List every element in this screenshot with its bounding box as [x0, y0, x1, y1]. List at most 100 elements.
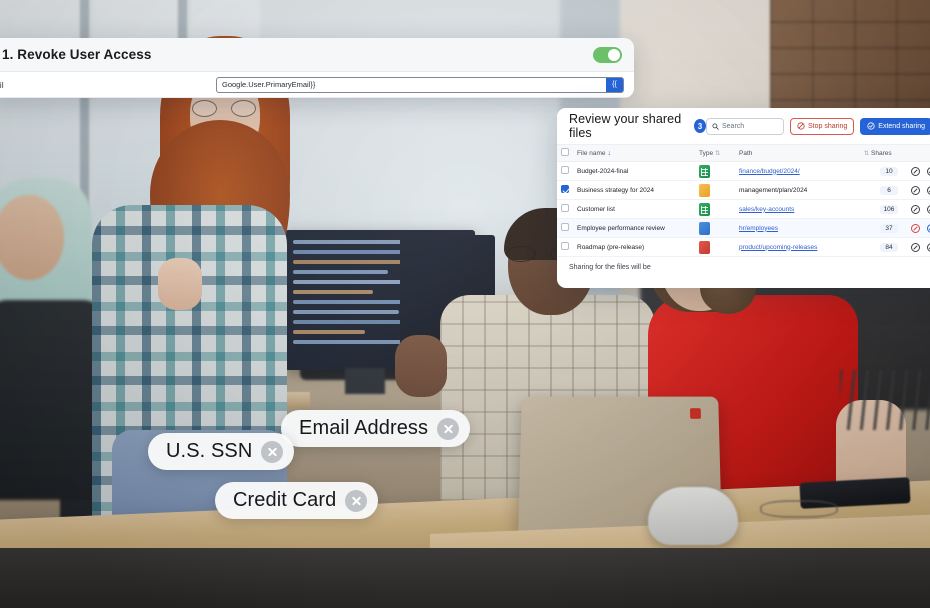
path-link[interactable]: hr/employees	[739, 225, 778, 232]
cell-shares: 106	[858, 199, 902, 219]
path-link[interactable]: management/plan/2024	[739, 187, 807, 194]
row-select-cell[interactable]	[557, 218, 573, 238]
table-row[interactable]: Budget-2024-final finance/budget/2024/10	[557, 161, 930, 181]
col-label-path: Path	[739, 149, 753, 157]
cell-actions	[902, 237, 930, 257]
email-field-value: Google.User.PrimaryEmail}}	[222, 80, 316, 89]
shares-count: 6	[880, 185, 898, 195]
col-label-type: Type	[699, 149, 714, 157]
cell-type	[695, 161, 735, 181]
search-placeholder: Search	[721, 122, 745, 130]
table-row[interactable]: Customer list sales/key-accounts 106	[557, 199, 930, 219]
ban-icon[interactable]	[911, 204, 920, 214]
cell-path[interactable]: sales/key-accounts	[735, 199, 858, 219]
sort-toggle-icon: ⇅	[715, 150, 721, 157]
col-header-type[interactable]: Type ⇅	[695, 144, 735, 162]
files-card-title: Review your shared files	[569, 112, 682, 140]
path-link[interactable]: sales/key-accounts	[739, 206, 794, 213]
row-checkbox[interactable]	[561, 204, 569, 212]
col-label-file-name: File name	[577, 149, 606, 157]
document-file-icon	[699, 183, 710, 197]
cell-file-name: Budget-2024-final	[573, 161, 695, 181]
col-header-path[interactable]: Path	[735, 144, 858, 162]
pill-label-credit-card: Credit Card	[233, 489, 337, 511]
cell-shares: 37	[858, 218, 902, 238]
cell-type	[695, 199, 735, 219]
shares-count: 106	[880, 204, 898, 214]
col-header-actions	[902, 144, 930, 162]
ban-icon[interactable]	[911, 223, 920, 233]
row-select-cell[interactable]	[557, 199, 573, 219]
cell-path[interactable]: hr/employees	[735, 218, 858, 238]
table-row[interactable]: Employee performance review hr/employees 3…	[557, 218, 930, 238]
pill-credit-card[interactable]: Credit Card	[215, 482, 379, 519]
files-card-header: Review your shared files 3 Search Stop s…	[557, 108, 930, 144]
files-footer-note: Sharing for the files will be	[557, 257, 930, 278]
check-circle-icon	[867, 122, 875, 130]
pill-label-email-address: Email Address	[299, 417, 429, 439]
close-icon[interactable]	[345, 489, 368, 512]
shares-count: 10	[880, 166, 898, 176]
path-link[interactable]: finance/budget/2024/	[739, 168, 800, 175]
row-select-cell[interactable]	[557, 161, 573, 181]
stop-sharing-button[interactable]: Stop sharing	[789, 117, 855, 135]
ban-icon[interactable]	[911, 166, 920, 176]
row-checkbox[interactable]	[561, 166, 569, 174]
cell-type	[695, 180, 735, 200]
cell-path[interactable]: finance/budget/2024/	[735, 161, 858, 181]
document-file-icon	[699, 221, 710, 235]
cell-actions	[902, 180, 930, 200]
cell-type	[695, 218, 735, 238]
cell-type	[695, 237, 735, 257]
cell-actions	[902, 161, 930, 181]
row-select-cell[interactable]	[557, 237, 573, 257]
add-step-icon[interactable]: +	[0, 95, 1, 98]
revoke-user-access-card: 1. Revoke User Access mail Google.User.P…	[0, 38, 634, 98]
select-all-header[interactable]	[557, 144, 573, 162]
table-row[interactable]: Business strategy for 2024 management/pla…	[557, 180, 930, 200]
shares-count: 84	[880, 242, 898, 252]
path-link[interactable]: product/upcoming-releases	[739, 244, 817, 251]
ban-icon[interactable]	[911, 185, 920, 195]
revoke-card-header: 1. Revoke User Access	[0, 38, 634, 72]
pill-label-us-ssn: U.S. SSN	[166, 440, 253, 462]
search-icon	[712, 122, 719, 130]
col-header-shares[interactable]: ⇅ Shares	[858, 144, 902, 162]
table-row[interactable]: Roadmap (pre-release) product/upcoming-re…	[557, 237, 930, 257]
email-field[interactable]: Google.User.PrimaryEmail}} {{	[216, 76, 624, 93]
spreadsheet-file-icon	[699, 164, 710, 178]
ban-icon[interactable]	[911, 242, 920, 252]
files-header-actions: Search Stop sharing Extend sharing	[705, 117, 930, 135]
pill-email-address[interactable]: Email Address	[281, 410, 471, 447]
revoke-card-footer: +	[0, 97, 634, 98]
close-icon[interactable]	[437, 417, 460, 440]
cell-path[interactable]: management/plan/2024	[735, 180, 858, 200]
row-checkbox[interactable]	[561, 223, 569, 231]
ban-icon	[797, 122, 805, 130]
cell-actions	[902, 218, 930, 238]
shares-count: 37	[880, 223, 898, 233]
cell-actions	[902, 199, 930, 219]
pill-us-ssn[interactable]: U.S. SSN	[148, 433, 295, 470]
revoke-card-title: 1. Revoke User Access	[2, 47, 152, 62]
col-header-file-name[interactable]: File name ↓	[573, 144, 695, 162]
cell-shares: 10	[858, 161, 902, 181]
select-all-checkbox[interactable]	[561, 148, 569, 156]
close-icon[interactable]	[261, 440, 284, 463]
extend-sharing-button[interactable]: Extend sharing	[860, 117, 930, 135]
review-shared-files-card: Review your shared files 3 Search Stop s…	[557, 108, 930, 288]
spreadsheet-file-icon	[699, 202, 710, 216]
revoke-card-body: mail Google.User.PrimaryEmail}} {{	[0, 72, 634, 97]
shared-files-table: File name ↓ Type ⇅ Path ⇅ Shares Budget-202…	[557, 144, 930, 257]
cell-file-name: Roadmap (pre-release)	[573, 237, 695, 257]
cell-path[interactable]: product/upcoming-releases	[735, 237, 858, 257]
row-checkbox[interactable]	[561, 242, 569, 250]
extend-sharing-label: Extend sharing	[878, 122, 925, 130]
row-select-cell[interactable]	[557, 180, 573, 200]
search-input[interactable]: Search	[705, 117, 784, 135]
cell-file-name: Business strategy for 2024	[573, 180, 695, 200]
row-checkbox[interactable]	[561, 185, 569, 193]
headphones	[648, 487, 738, 545]
insert-token-button[interactable]: {{	[606, 77, 623, 92]
revoke-enable-toggle[interactable]	[593, 47, 622, 63]
